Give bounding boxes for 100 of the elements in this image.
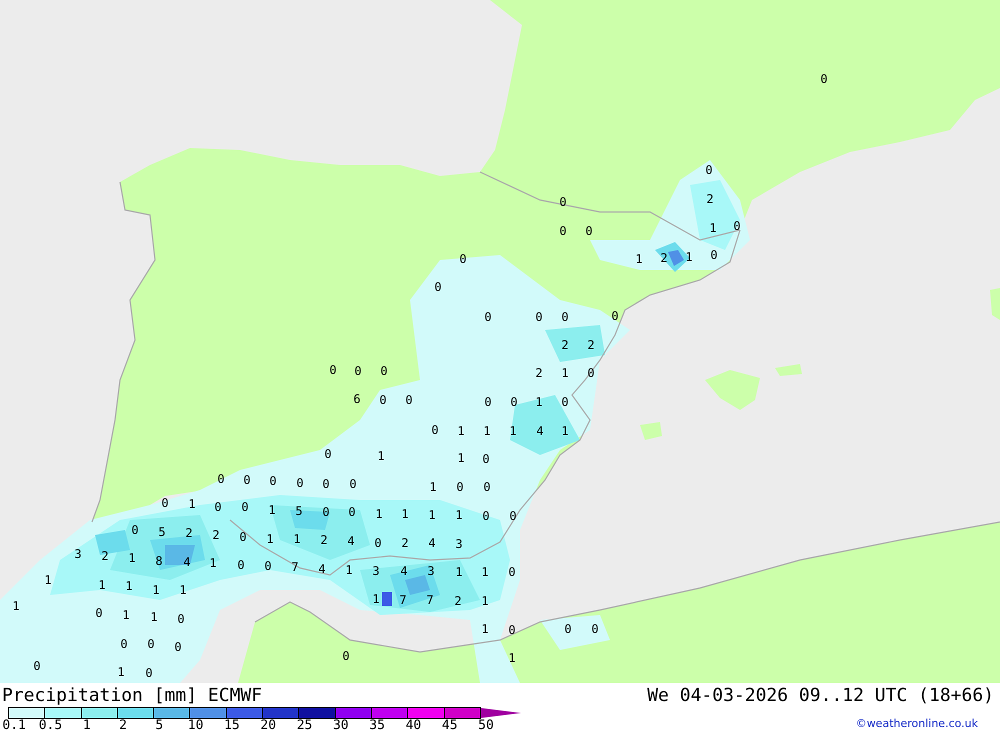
precipitation-value: 0 (322, 506, 330, 518)
precipitation-value: 1 (377, 450, 385, 462)
scale-label: 0.1 (2, 718, 26, 733)
precipitation-value: 0 (535, 311, 543, 323)
scale-label: 0.5 (38, 718, 62, 733)
precipitation-value: 1 (481, 623, 489, 635)
precipitation-value: 1 (685, 251, 693, 263)
precipitation-value: 4 (536, 425, 544, 437)
scale-label: 2 (119, 718, 127, 733)
scale-label: 5 (155, 718, 164, 733)
precipitation-value: 4 (318, 563, 326, 575)
precipitation-value: 1 (508, 652, 516, 664)
precipitation-value: 0 (237, 559, 245, 571)
scale-label: 50 (478, 718, 494, 733)
precipitation-value: 0 (264, 560, 272, 572)
precipitation-value: 0 (354, 365, 362, 377)
precipitation-value: 0 (561, 311, 569, 323)
precipitation-value: 3 (427, 565, 435, 577)
precipitation-value: 1 (125, 580, 133, 592)
precipitation-value: 1 (122, 609, 130, 621)
precipitation-value: 7 (399, 594, 407, 606)
precipitation-value: 1 (188, 498, 196, 510)
precipitation-value: 1 (150, 611, 158, 623)
precipitation-value: 0 (161, 497, 169, 509)
precipitation-value: 0 (434, 281, 442, 293)
precipitation-value: 2 (587, 339, 595, 351)
precipitation-value: 1 (44, 574, 52, 586)
precipitation-value: 0 (324, 448, 332, 460)
precipitation-value: 0 (705, 164, 713, 176)
precipitation-value: 5 (295, 505, 303, 517)
precipitation-value: 3 (372, 565, 380, 577)
precipitation-value: 1 (455, 509, 463, 521)
precipitation-value: 1 (128, 552, 136, 564)
precipitation-value: 0 (820, 73, 828, 85)
precipitation-value: 0 (564, 623, 572, 635)
precipitation-value: 0 (131, 524, 139, 536)
precipitation-value: 4 (428, 537, 436, 549)
precipitation-value: 0 (482, 510, 490, 522)
valid-time: We 04-03-2026 09..12 UTC (18+66) (647, 684, 994, 706)
precipitation-value: 2 (212, 529, 220, 541)
scale-label: 1 (82, 718, 91, 733)
precipitation-value: 4 (183, 556, 191, 568)
precipitation-value: 1 (209, 557, 217, 569)
precipitation-value: 1 (428, 509, 436, 521)
precipitation-value: 1 (481, 566, 489, 578)
precipitation-value: 1 (12, 600, 20, 612)
precipitation-value: 1 (455, 566, 463, 578)
precipitation-value: 0 (374, 537, 382, 549)
precipitation-value: 0 (459, 253, 467, 265)
precipitation-value: 0 (379, 394, 387, 406)
precipitation-value: 0 (243, 474, 251, 486)
scale-label: 35 (369, 718, 385, 733)
precipitation-value: 1 (372, 593, 380, 605)
precipitation-value: 1 (98, 579, 106, 591)
precipitation-value: 0 (484, 311, 492, 323)
precipitation-value: 0 (214, 501, 222, 513)
precipitation-value: 0 (710, 249, 718, 261)
precipitation-value: 1 (401, 508, 409, 520)
precipitation-value: 0 (405, 394, 413, 406)
precipitation-value: 1 (375, 508, 383, 520)
precipitation-value: 2 (320, 534, 328, 546)
precipitation-value: 1 (561, 425, 569, 437)
precipitation-value: 0 (484, 396, 492, 408)
precipitation-value: 0 (177, 613, 185, 625)
precipitation-value: 1 (709, 222, 717, 234)
precipitation-value: 2 (101, 550, 109, 562)
precipitation-value: 0 (509, 510, 517, 522)
precipitation-value: 1 (268, 504, 276, 516)
scale-label: 30 (332, 718, 349, 733)
precipitation-value: 2 (185, 527, 193, 539)
precipitation-value: 0 (120, 638, 128, 650)
precipitation-value: 0 (587, 367, 595, 379)
precipitation-value: 0 (349, 478, 357, 490)
precipitation-value: 1 (345, 564, 353, 576)
precipitation-value: 0 (559, 225, 567, 237)
precipitation-value: 0 (380, 365, 388, 377)
precipitation-value: 2 (561, 339, 569, 351)
precipitation-value: 0 (241, 501, 249, 513)
precipitation-value: 0 (296, 477, 304, 489)
precipitation-value: 0 (342, 650, 350, 662)
precipitation-value: 0 (269, 475, 277, 487)
precipitation-value: 0 (431, 424, 439, 436)
scale-label: 15 (224, 718, 240, 733)
precipitation-value: 1 (561, 367, 569, 379)
precipitation-value: 0 (33, 660, 41, 672)
precipitation-value: 2 (401, 537, 409, 549)
precipitation-value: 0 (239, 531, 247, 543)
precipitation-value: 1 (483, 425, 491, 437)
scale-label: 25 (296, 718, 312, 733)
precipitation-value: 0 (591, 623, 599, 635)
precipitation-value: 1 (429, 481, 437, 493)
precipitation-value: 2 (454, 595, 462, 607)
precipitation-value: 1 (152, 584, 160, 596)
precipitation-value: 8 (155, 555, 163, 567)
precipitation-value: 3 (74, 548, 82, 560)
scale-label: 10 (188, 718, 204, 733)
precipitation-value: 0 (217, 473, 225, 485)
precipitation-value: 1 (266, 533, 274, 545)
precipitation-value: 6 (353, 393, 361, 405)
credit-text: ©weatheronline.co.uk (856, 717, 978, 730)
